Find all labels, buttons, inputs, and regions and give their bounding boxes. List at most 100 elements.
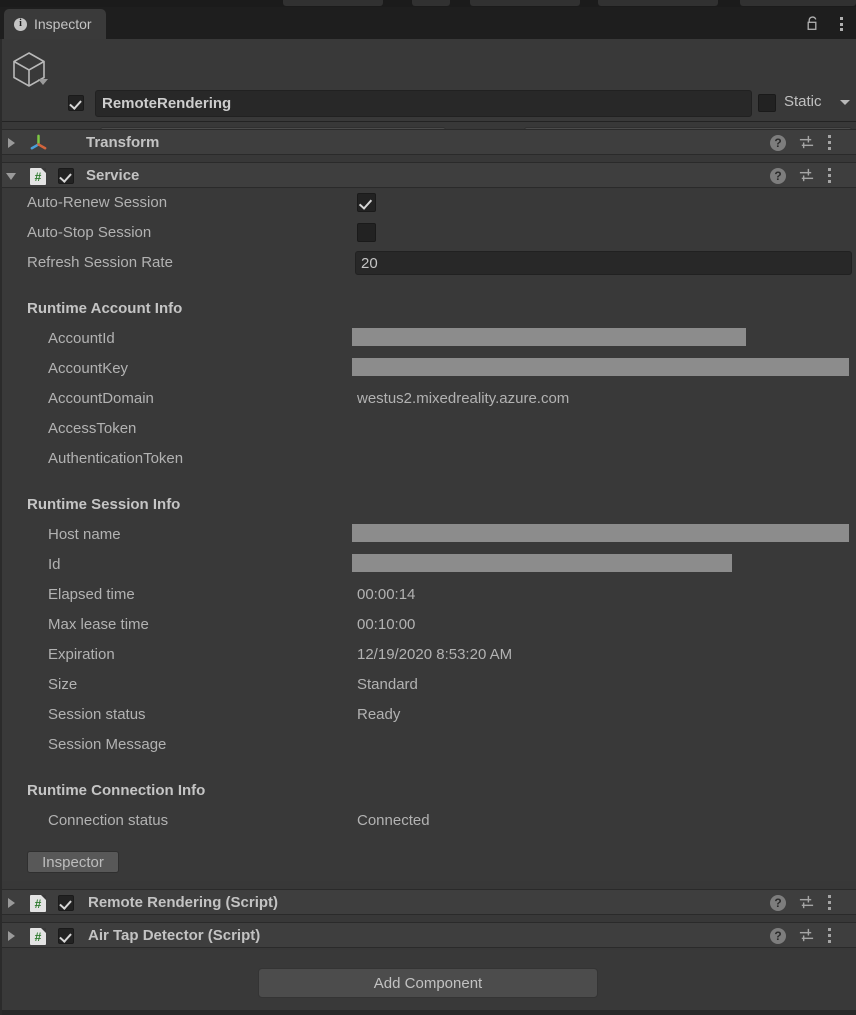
component-menu-icon[interactable]: [827, 168, 831, 183]
toolbar-button-partial[interactable]: [283, 0, 383, 6]
property-label: Auto-Stop Session: [27, 224, 152, 241]
section-header: Runtime Connection Info: [0, 777, 856, 807]
property-row: Refresh Session Rate 20: [0, 249, 856, 279]
help-icon[interactable]: ?: [770, 894, 786, 911]
info-label: Size: [48, 676, 78, 693]
window-bottom-edge: [0, 1010, 856, 1015]
window-menu-icon[interactable]: [839, 17, 843, 31]
component-title-remote-rendering: Remote Rendering (Script): [88, 894, 279, 911]
foldout-arrow-icon[interactable]: [8, 898, 15, 908]
info-row: Host name: [0, 521, 856, 551]
preset-settings-icon[interactable]: [798, 927, 815, 944]
info-row: Session Message: [0, 731, 856, 761]
property-label: Refresh Session Rate: [27, 254, 173, 271]
component-header-air-tap-detector[interactable]: # Air Tap Detector (Script) ?: [0, 922, 856, 948]
foldout-arrow-icon[interactable]: [8, 138, 15, 148]
info-label: Connection status: [48, 812, 169, 829]
component-enabled-checkbox-remote-rendering[interactable]: [58, 895, 74, 911]
toolbar-button-partial[interactable]: [412, 0, 450, 6]
foldout-arrow-icon[interactable]: [6, 173, 16, 180]
tab-inspector-label: Inspector: [34, 16, 92, 32]
static-label: Static: [784, 93, 822, 110]
component-header-service[interactable]: # Service ?: [0, 162, 856, 188]
info-row: Max lease time 00:10:00: [0, 611, 856, 641]
section-title: Runtime Connection Info: [27, 782, 206, 799]
gameobject-active-checkbox[interactable]: [68, 95, 84, 111]
section-title: Runtime Account Info: [27, 300, 183, 317]
redacted-value: [352, 328, 746, 346]
info-label: AccountDomain: [48, 390, 154, 407]
help-icon[interactable]: ?: [770, 167, 786, 184]
static-checkbox[interactable]: [758, 94, 776, 112]
add-component-button[interactable]: Add Component: [258, 968, 598, 998]
component-menu-icon[interactable]: [827, 928, 831, 943]
help-icon[interactable]: ?: [770, 134, 786, 151]
toolbar-button-partial[interactable]: [740, 0, 856, 6]
auto-stop-session-checkbox[interactable]: [357, 223, 376, 242]
csharp-script-icon: #: [30, 168, 46, 185]
preset-settings-icon[interactable]: [798, 167, 815, 184]
component-header-actions-transform: ?: [770, 134, 831, 151]
toolbar-button-partial[interactable]: [598, 0, 718, 6]
inspector-window: i Inspector RemoteRendering Static Tag U…: [0, 0, 856, 1015]
csharp-script-icon: #: [30, 928, 46, 945]
component-header-actions-air-tap-detector: ?: [770, 927, 831, 944]
component-menu-icon[interactable]: [827, 135, 831, 150]
help-icon[interactable]: ?: [770, 927, 786, 944]
lock-open-icon[interactable]: [806, 15, 820, 31]
property-row: Auto-Stop Session: [0, 219, 856, 249]
foldout-arrow-icon[interactable]: [8, 931, 15, 941]
component-enabled-checkbox-air-tap-detector[interactable]: [58, 928, 74, 944]
info-label: AuthenticationToken: [48, 450, 184, 467]
redacted-value: [352, 554, 732, 572]
inspector-button[interactable]: Inspector: [27, 851, 119, 873]
gameobject-name-input[interactable]: RemoteRendering: [95, 90, 752, 117]
component-header-actions-remote-rendering: ?: [770, 894, 831, 911]
info-value: Ready: [357, 706, 401, 723]
section-header: Runtime Account Info: [0, 295, 856, 325]
inspector-button-row: Inspector: [0, 851, 856, 881]
window-left-edge: [0, 39, 2, 1015]
info-row: Size Standard: [0, 671, 856, 701]
info-label: Host name: [48, 526, 121, 543]
transform-axis-icon: [30, 134, 47, 150]
info-value: Connected: [357, 812, 430, 829]
static-dropdown-caret-icon[interactable]: [840, 100, 850, 105]
cube-dropdown-caret-icon[interactable]: [38, 79, 48, 85]
info-label: Expiration: [48, 646, 115, 663]
info-label: Max lease time: [48, 616, 149, 633]
component-enabled-checkbox-service[interactable]: [58, 168, 74, 184]
toolbar-strip: [0, 0, 856, 7]
info-label: Elapsed time: [48, 586, 135, 603]
info-row: Id: [0, 551, 856, 581]
auto-renew-session-checkbox[interactable]: [357, 193, 376, 212]
property-label: Auto-Renew Session: [27, 194, 168, 211]
component-header-transform[interactable]: Transform ?: [0, 129, 856, 155]
info-row: Session status Ready: [0, 701, 856, 731]
toolbar-button-partial[interactable]: [470, 0, 580, 6]
redacted-value: [352, 358, 849, 376]
info-icon: i: [14, 17, 27, 31]
info-row: AccountDomain westus2.mixedreality.azure…: [0, 385, 856, 415]
service-properties: Auto-Renew Session Auto-Stop Session Ref…: [0, 189, 856, 881]
component-menu-icon[interactable]: [827, 895, 831, 910]
component-header-remote-rendering[interactable]: # Remote Rendering (Script) ?: [0, 889, 856, 915]
info-value: 00:10:00: [357, 616, 416, 633]
info-row: Expiration 12/19/2020 8:53:20 AM: [0, 641, 856, 671]
info-row: AccountKey: [0, 355, 856, 385]
info-value: Standard: [357, 676, 418, 693]
preset-settings-icon[interactable]: [798, 894, 815, 911]
component-title-service: Service: [86, 167, 140, 184]
info-row: AuthenticationToken: [0, 445, 856, 475]
info-row: Connection status Connected: [0, 807, 856, 837]
refresh-session-rate-input[interactable]: 20: [355, 251, 852, 275]
preset-settings-icon[interactable]: [798, 134, 815, 151]
tab-inspector[interactable]: i Inspector: [4, 9, 106, 39]
info-row: AccountId: [0, 325, 856, 355]
section-title: Runtime Session Info: [27, 496, 181, 513]
info-label: AccountId: [48, 330, 115, 347]
info-label: Session Message: [48, 736, 167, 753]
